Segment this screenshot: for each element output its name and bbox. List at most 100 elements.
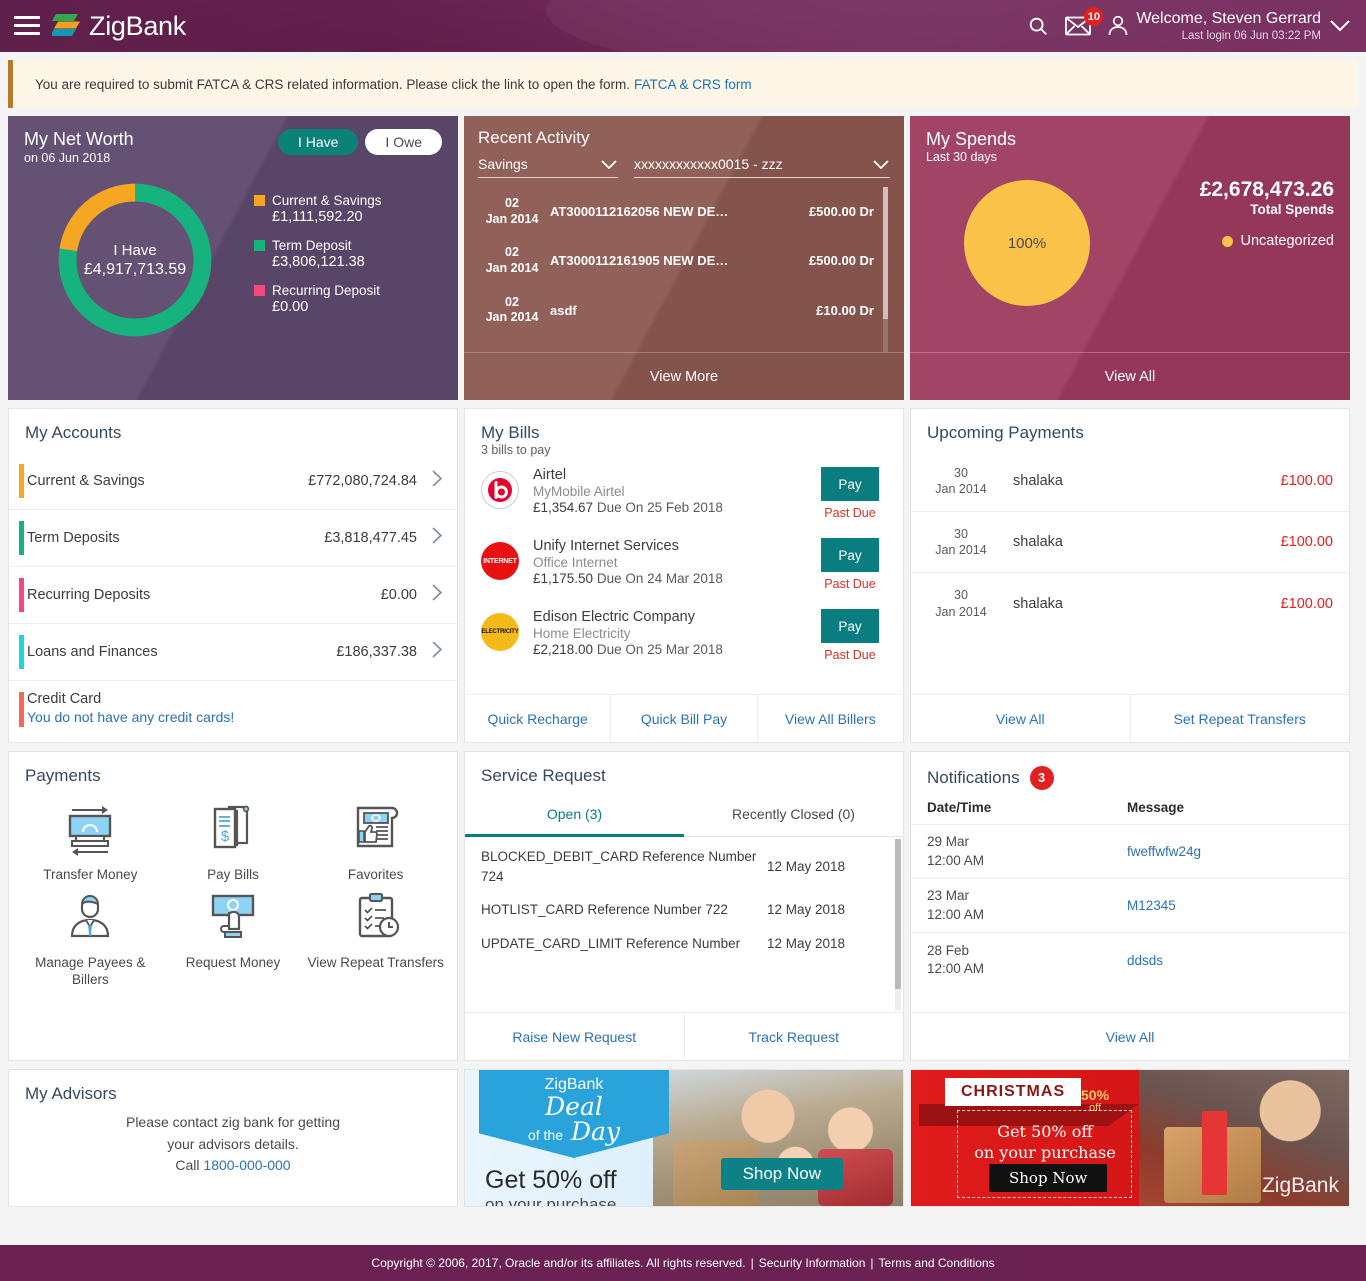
tab-open[interactable]: Open (3): [465, 796, 684, 837]
table-row[interactable]: 23 Mar 12:00 AM M12345: [911, 879, 1349, 933]
account-row-credit-card[interactable]: Credit Card You do not have any credit c…: [9, 681, 457, 738]
pie-slice-label: 100%: [1007, 234, 1047, 252]
zigbank-logo-icon: [52, 14, 80, 36]
status-badge: Past Due: [824, 648, 876, 662]
table-row[interactable]: 29 Mar 12:00 AM fweffwfw24g: [911, 825, 1349, 879]
payment-shortcut-transfer-money[interactable]: Transfer Money: [19, 802, 162, 884]
quick-bill-pay-link[interactable]: Quick Bill Pay: [611, 695, 758, 742]
notifications-badge: 3: [1029, 766, 1054, 790]
legend-value: £1,111,592.20: [272, 208, 363, 225]
credit-card-message[interactable]: You do not have any credit cards!: [27, 709, 234, 725]
payment-shortcut-request-money[interactable]: Request Money: [162, 890, 305, 989]
advisors-line-1: Please contact zig bank for getting: [125, 1114, 341, 1130]
shop-now-button[interactable]: Shop Now: [989, 1164, 1108, 1192]
hamburger-icon[interactable]: [14, 16, 40, 36]
account-color-bar: [19, 578, 24, 612]
security-information-link[interactable]: Security Information: [759, 1256, 866, 1270]
view-all-billers-link[interactable]: View All Billers: [758, 695, 903, 742]
list-item[interactable]: HOTLIST_CARD Reference Number 722 12 May…: [465, 890, 903, 924]
deal-script-line-2: of the: [527, 1126, 563, 1143]
notification-message[interactable]: M12345: [1127, 898, 1176, 913]
activity-scrollbar[interactable]: [883, 187, 888, 352]
payment-shortcut-view-repeat-transfers[interactable]: View Repeat Transfers: [304, 890, 447, 989]
donut-center-amount: £4,917,713.59: [83, 260, 187, 278]
xmas-watermark: ZigBank: [1261, 1174, 1339, 1197]
legend-label: Current & Savings: [272, 192, 382, 208]
favorites-icon: [356, 806, 398, 848]
table-row[interactable]: 30 Jan 2014 shalaka £100.00: [911, 512, 1349, 573]
set-repeat-transfers-link[interactable]: Set Repeat Transfers: [1131, 695, 1350, 742]
upcoming-view-all-link[interactable]: View All: [911, 695, 1131, 742]
payment-shortcut-manage-payees[interactable]: Manage Payees & Billers: [19, 890, 162, 989]
activity-description: asdf: [550, 302, 577, 318]
legend-dot-icon: [1221, 235, 1233, 247]
table-row[interactable]: 02 Jan 2014 asdf £10.00 Dr: [478, 286, 890, 335]
table-row[interactable]: 30 Jan 2014 shalaka £100.00: [911, 573, 1349, 634]
credit-card-label: Credit Card: [27, 691, 102, 707]
payment-shortcut-label: Pay Bills: [207, 867, 259, 882]
payment-payee: shalaka: [1013, 595, 1063, 612]
bill-name: Airtel: [533, 467, 567, 483]
table-row[interactable]: 28 Feb 12:00 AM ddsds: [911, 933, 1349, 987]
fatca-form-link[interactable]: FATCA & CRS form: [634, 77, 752, 92]
brand-logo[interactable]: ZigBank: [52, 10, 186, 42]
search-icon[interactable]: [1027, 15, 1049, 37]
payment-month: Jan 2014: [935, 543, 987, 557]
i-have-button[interactable]: I Have: [277, 129, 359, 155]
recent-activity-list: 02 Jan 2014 AT3000112162056 NEW DE… £500.…: [478, 187, 890, 352]
notification-message[interactable]: fweffwfw24g: [1127, 844, 1201, 859]
raise-new-request-link[interactable]: Raise New Request: [465, 1013, 685, 1060]
account-amount: £3,818,477.45: [324, 530, 417, 546]
column-header-message: Message: [1127, 800, 1185, 815]
activity-month: Jan 2014: [485, 310, 539, 325]
my-bills-title: My Bills: [481, 423, 540, 442]
bill-amount: £1,175.50: [533, 571, 594, 586]
advisors-phone-link[interactable]: 1800-000-000: [203, 1157, 290, 1173]
table-row[interactable]: 02 Jan 2014 AT3000112162056 NEW DE… £500.…: [478, 187, 890, 236]
pay-button[interactable]: Pay: [821, 609, 879, 643]
table-row[interactable]: 30 Jan 2014 shalaka £100.00: [911, 451, 1349, 512]
view-more-button[interactable]: View More: [464, 352, 904, 400]
notification-message[interactable]: ddsds: [1127, 953, 1163, 968]
account-number-select[interactable]: xxxxxxxxxxxx0015 - zzz: [634, 156, 890, 178]
account-row-recurring-deposits[interactable]: Recurring Deposits £0.00: [9, 567, 457, 624]
header-actions: 10 Welcome, Steven Gerrard Last login 06…: [1027, 7, 1352, 43]
spends-view-all-button[interactable]: View All: [910, 352, 1350, 400]
service-request-name: BLOCKED_DEBIT_CARD Reference Number 724: [481, 849, 757, 884]
user-menu[interactable]: Welcome, Steven Gerrard Last login 06 Ju…: [1107, 9, 1352, 43]
my-bills-subtitle: 3 bills to pay: [481, 443, 551, 457]
my-accounts-title: My Accounts: [25, 423, 122, 442]
chevron-right-icon: [431, 469, 443, 493]
tab-recently-closed[interactable]: Recently Closed (0): [684, 796, 903, 837]
promo-banner-christmas[interactable]: CHRISTMAS 50% off Get 50% off on your pu…: [910, 1069, 1350, 1207]
service-request-footer-links: Raise New Request Track Request: [465, 1012, 903, 1060]
bill-due-date: Due On 24 Mar 2018: [596, 571, 723, 586]
notifications-view-all-link[interactable]: View All: [911, 1013, 1349, 1060]
legend-swatch-icon: [254, 194, 265, 206]
bills-footer-links: Quick Recharge Quick Bill Pay View All B…: [465, 694, 903, 742]
pay-button[interactable]: Pay: [821, 538, 879, 572]
account-row-term-deposits[interactable]: Term Deposits £3,818,477.45: [9, 510, 457, 567]
shop-now-button[interactable]: Shop Now: [720, 1158, 843, 1190]
mail-icon[interactable]: 10: [1065, 7, 1104, 36]
list-item[interactable]: BLOCKED_DEBIT_CARD Reference Number 724 …: [465, 837, 903, 890]
recent-activity-card: Recent Activity Savings xxxxxxxxxxxx0015…: [464, 116, 904, 400]
legend-item: Current & Savings £1,111,592.20: [254, 193, 382, 225]
account-type-select[interactable]: Savings: [478, 156, 618, 178]
quick-recharge-link[interactable]: Quick Recharge: [465, 695, 612, 742]
payment-shortcut-pay-bills[interactable]: $ Pay Bills: [162, 802, 305, 884]
notification-date: 29 Mar: [927, 834, 970, 850]
account-row-current-savings[interactable]: Current & Savings £772,080,724.84: [9, 453, 457, 510]
account-row-loans-finances[interactable]: Loans and Finances £186,337.38: [9, 624, 457, 681]
track-request-link[interactable]: Track Request: [685, 1013, 904, 1060]
upcoming-payments-card: Upcoming Payments 30 Jan 2014 shalaka £10…: [910, 408, 1350, 743]
pay-button[interactable]: Pay: [821, 467, 879, 501]
i-owe-button[interactable]: I Owe: [365, 129, 442, 155]
accounts-list: Current & Savings £772,080,724.84 Term D…: [9, 453, 457, 738]
terms-conditions-link[interactable]: Terms and Conditions: [879, 1256, 995, 1270]
table-row[interactable]: 02 Jan 2014 AT3000112161905 NEW DE… £500.…: [478, 236, 890, 285]
list-item[interactable]: UPDATE_CARD_LIMIT Reference Number 12 Ma…: [465, 924, 903, 958]
service-request-scrollbar[interactable]: [895, 839, 901, 1010]
promo-banner-deal-of-the-day[interactable]: ZigBank Deal of the Day Get 50% off on y…: [464, 1069, 904, 1207]
payment-shortcut-favorites[interactable]: Favorites: [304, 802, 447, 884]
